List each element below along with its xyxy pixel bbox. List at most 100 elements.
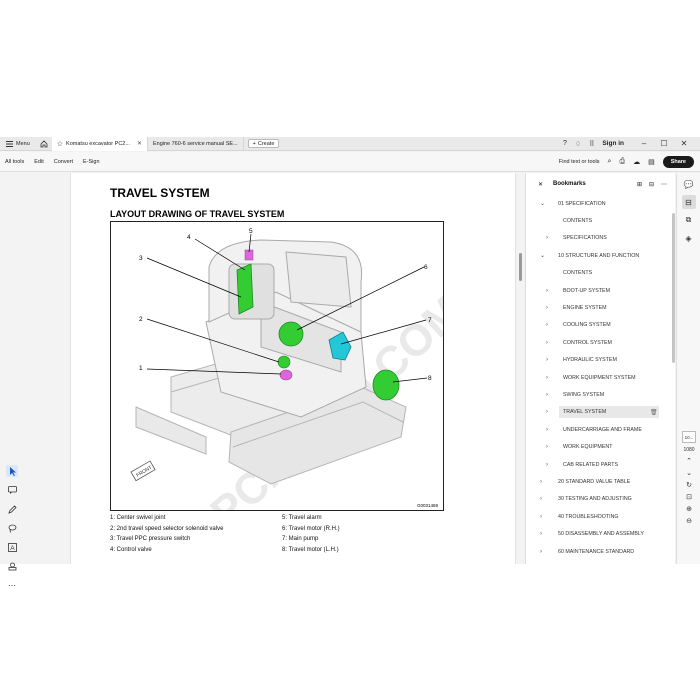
chevron-right-icon[interactable]: › bbox=[546, 392, 548, 398]
chevron-right-icon[interactable]: › bbox=[546, 427, 548, 433]
select-tool[interactable] bbox=[6, 465, 18, 477]
search-icon[interactable]: ⌕ bbox=[608, 158, 612, 166]
menu-edit[interactable]: Edit bbox=[29, 159, 48, 165]
minimize-icon[interactable]: – bbox=[638, 139, 650, 148]
bell-icon[interactable]: ♢ bbox=[575, 140, 581, 148]
bookmark-item[interactable]: › 20 STANDARD VALUE TABLE bbox=[526, 473, 676, 490]
bookmark-item[interactable]: › UNDERCARRIAGE AND FRAME bbox=[526, 421, 676, 438]
close-panel-icon[interactable]: ✕ bbox=[538, 181, 543, 188]
bookmark-label: UNDERCARRIAGE AND FRAME bbox=[563, 426, 642, 433]
print-icon[interactable]: ⎙ bbox=[619, 158, 625, 166]
legend-item: 8: Travel motor (L.H.) bbox=[282, 546, 339, 553]
bookmark-item[interactable]: › 30 TESTING AND ADJUSTING bbox=[526, 491, 676, 508]
help-icon[interactable]: ? bbox=[563, 140, 567, 147]
bookmark-item[interactable]: › CAB RELATED PARTS bbox=[526, 456, 676, 473]
chevron-right-icon[interactable]: › bbox=[546, 305, 548, 311]
menu-all-tools[interactable]: All tools bbox=[0, 159, 29, 165]
chevron-right-icon[interactable]: › bbox=[546, 357, 548, 363]
home-button[interactable] bbox=[36, 137, 52, 151]
tab-komatsu[interactable]: ☆ Komatsu excavator PC2... ✕ bbox=[51, 136, 148, 151]
bookmark-item[interactable]: › CONTROL SYSTEM bbox=[526, 334, 676, 351]
chevron-right-icon[interactable]: › bbox=[546, 375, 548, 381]
tab-label: Engine 760-6 service manual SE... bbox=[152, 140, 238, 147]
chevron-right-icon[interactable]: › bbox=[546, 444, 548, 450]
sign-in-button[interactable]: Sign in bbox=[602, 140, 624, 147]
chevron-right-icon[interactable]: › bbox=[540, 496, 542, 502]
window-close-icon[interactable]: ✕ bbox=[678, 139, 690, 148]
trash-icon[interactable]: 🗑 bbox=[650, 409, 658, 416]
bookmark-item[interactable]: › SWING SYSTEM bbox=[526, 386, 676, 403]
star-icon[interactable]: ☆ bbox=[57, 140, 63, 148]
upload-cloud-icon[interactable]: ☁ bbox=[633, 158, 640, 166]
text-tool[interactable]: A bbox=[6, 541, 18, 553]
find-text-label[interactable]: Find text or tools bbox=[559, 159, 600, 165]
hamburger-icon bbox=[6, 140, 13, 147]
menu-convert[interactable]: Convert bbox=[49, 159, 78, 165]
chevron-right-icon[interactable]: › bbox=[540, 514, 542, 520]
chevron-right-icon[interactable]: › bbox=[540, 549, 542, 555]
bookmark-label: WORK EQUIPMENT SYSTEM bbox=[563, 374, 636, 381]
bookmark-item[interactable]: › WORK EQUIPMENT SYSTEM bbox=[526, 369, 676, 386]
print-alt-icon[interactable]: ▤ bbox=[648, 158, 655, 166]
add-bookmark-icon[interactable]: ⊞ bbox=[637, 181, 642, 188]
chevron-right-icon[interactable]: › bbox=[540, 531, 542, 537]
bookmark-item[interactable]: › HYDRAULIC SYSTEM bbox=[526, 352, 676, 369]
zoom-in-icon[interactable]: ⊕ bbox=[686, 505, 692, 513]
bookmark-item[interactable]: ⌄ 10 STRUCTURE AND FUNCTION bbox=[526, 247, 676, 264]
comments-rail-icon[interactable]: 💬 bbox=[682, 177, 696, 191]
more-options-icon[interactable]: ⋯ bbox=[661, 181, 667, 188]
share-button[interactable]: Share bbox=[662, 155, 694, 168]
chevron-down-icon[interactable]: ⌄ bbox=[540, 252, 545, 259]
chevron-right-icon[interactable]: › bbox=[546, 409, 548, 415]
bookmark-item[interactable]: › ENGINE SYSTEM bbox=[526, 299, 676, 316]
chevron-right-icon[interactable]: › bbox=[546, 288, 548, 294]
stamp-tool[interactable] bbox=[6, 560, 18, 572]
bookmarks-scrollbar[interactable] bbox=[672, 213, 675, 363]
bookmark-item[interactable]: › 60 MAINTENANCE STANDARD bbox=[526, 543, 676, 560]
bookmark-item[interactable]: › 50 DISASSEMBLY AND ASSEMBLY bbox=[526, 525, 676, 542]
apps-grid-icon[interactable]: ⠿ bbox=[589, 140, 594, 148]
bookmarks-header: ✕ Bookmarks ⊞ ⊟ ⋯ bbox=[526, 173, 675, 195]
chevron-down-icon[interactable]: ⌄ bbox=[540, 200, 545, 207]
menu-button[interactable]: Menu bbox=[0, 137, 36, 151]
rotate-icon[interactable]: ↻ bbox=[686, 481, 692, 489]
layers-rail-icon[interactable]: ◈ bbox=[682, 231, 696, 245]
zoom-out-icon[interactable]: ⊖ bbox=[686, 517, 692, 525]
page-number-input[interactable]: 10... bbox=[682, 431, 696, 443]
tab-engine[interactable]: Engine 760-6 service manual SE... bbox=[148, 136, 244, 151]
chevron-right-icon[interactable]: › bbox=[546, 462, 548, 468]
tab-bar: Menu ☆ Komatsu excavator PC2... ✕ Engine… bbox=[0, 136, 700, 151]
bookmark-item[interactable]: › COOLING SYSTEM bbox=[526, 317, 676, 334]
lasso-tool[interactable] bbox=[6, 522, 18, 534]
comment-tool[interactable] bbox=[6, 484, 18, 496]
bookmark-icon[interactable]: ⊟ bbox=[649, 181, 654, 188]
page-scrollbar[interactable] bbox=[519, 253, 522, 281]
create-button[interactable]: + Create bbox=[247, 139, 280, 148]
page-up-icon[interactable]: ⌃ bbox=[686, 457, 692, 465]
chevron-right-icon[interactable]: › bbox=[546, 235, 548, 241]
page-down-icon[interactable]: ⌄ bbox=[686, 469, 692, 477]
bookmarks-rail-icon[interactable]: ⊟ bbox=[681, 195, 696, 209]
control-valve-part bbox=[236, 263, 254, 315]
close-icon[interactable]: ✕ bbox=[137, 140, 142, 147]
bookmark-item[interactable]: › SPECIFICATIONS bbox=[526, 230, 676, 247]
chevron-right-icon[interactable]: › bbox=[546, 340, 548, 346]
chevron-right-icon[interactable]: › bbox=[546, 322, 548, 328]
fit-page-icon[interactable]: ⊡ bbox=[686, 493, 692, 501]
bookmark-label: 20 STANDARD VALUE TABLE bbox=[558, 478, 631, 485]
draw-tool[interactable] bbox=[6, 503, 18, 515]
bookmark-item[interactable]: › BOOT-UP SYSTEM bbox=[526, 282, 676, 299]
bookmark-item[interactable]: CONTENTS bbox=[526, 265, 676, 282]
chevron-right-icon[interactable]: › bbox=[540, 479, 542, 485]
bookmark-item[interactable]: › WORK EQUIPMENT bbox=[526, 438, 676, 455]
maximize-icon[interactable]: ☐ bbox=[658, 139, 670, 148]
bookmark-item[interactable]: CONTENTS bbox=[526, 212, 676, 229]
more-tools[interactable]: ⋯ bbox=[6, 579, 18, 591]
menu-esign[interactable]: E-Sign bbox=[78, 159, 105, 165]
bookmark-item[interactable]: › 40 TROUBLESHOOTING bbox=[526, 508, 676, 525]
figure-id: G0031469 bbox=[417, 503, 439, 508]
pages-rail-icon[interactable]: ⧉ bbox=[682, 213, 696, 227]
toolbar: All tools Edit Convert E-Sign Find text … bbox=[0, 152, 700, 172]
bookmark-item[interactable]: ⌄ 01 SPECIFICATION bbox=[526, 195, 676, 212]
bookmark-item[interactable]: › TRAVEL SYSTEM 🗑 bbox=[526, 404, 676, 421]
